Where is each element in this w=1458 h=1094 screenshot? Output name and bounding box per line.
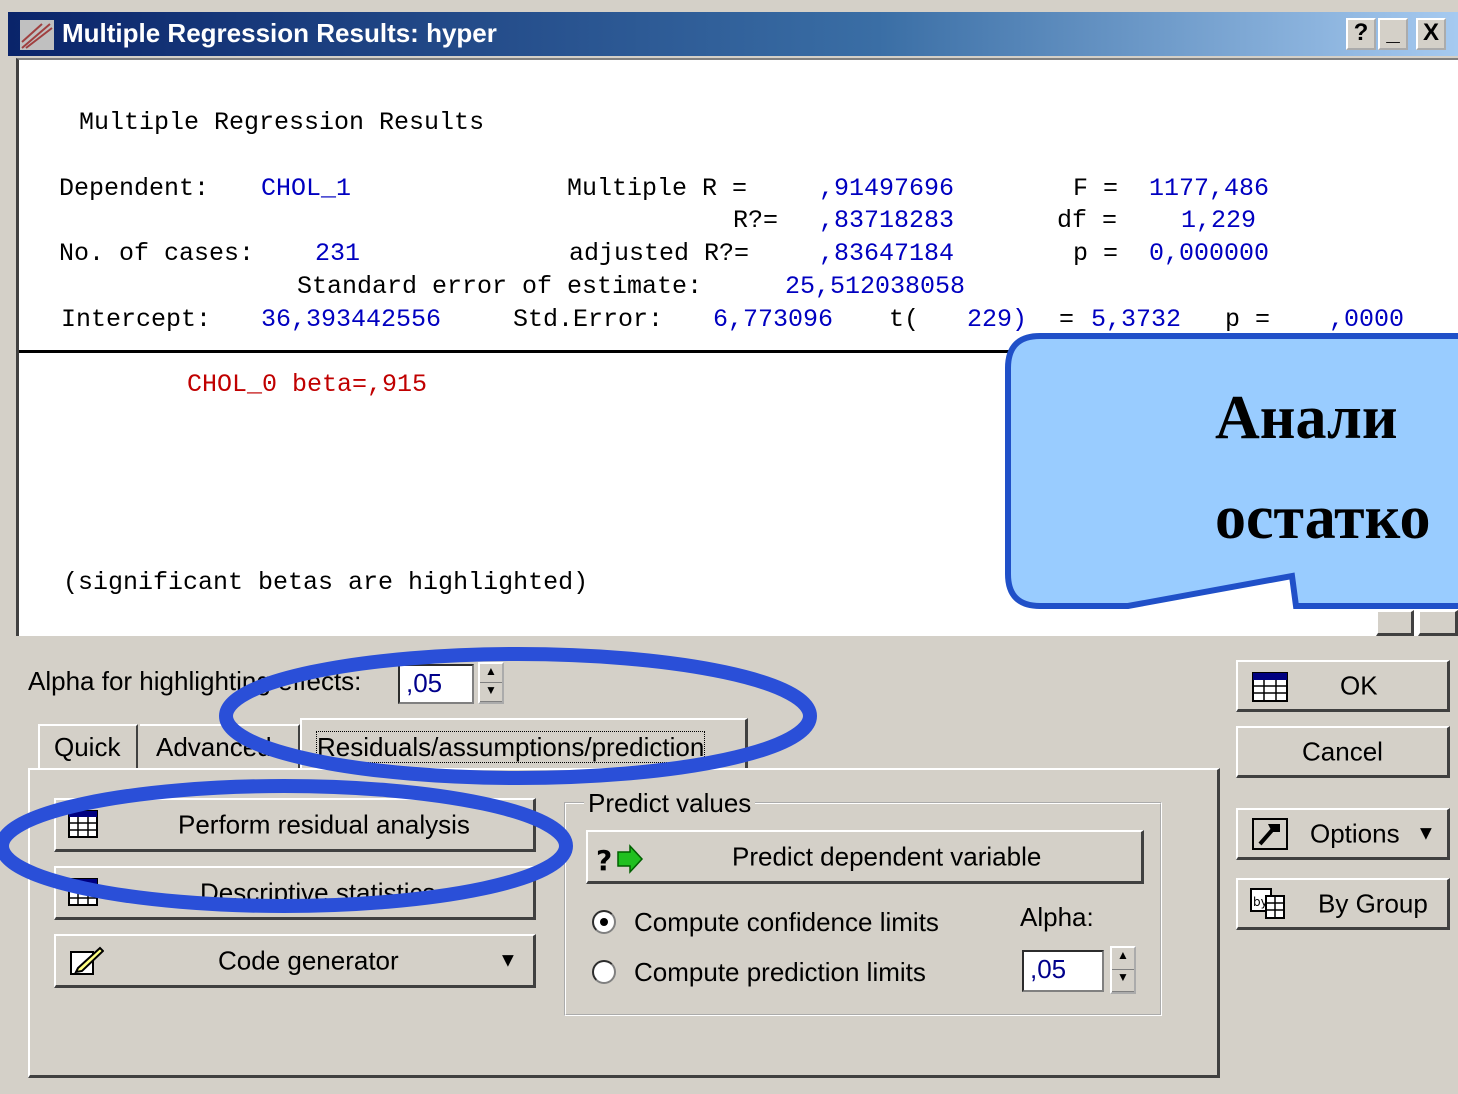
cases-label: No. of cases: [59,239,255,268]
spreadsheet-icon [68,810,98,838]
tab-residuals[interactable]: Residuals/assumptions/prediction [300,718,748,770]
alpha-input[interactable]: ,05 [398,664,474,704]
intercept-value: 36,393442556 [261,305,442,334]
predict-arrow-icon: ? [596,844,644,874]
alpha-prediction-input[interactable]: ,05 [1022,950,1104,992]
tab-quick[interactable]: Quick [38,724,138,768]
help-button[interactable]: ? [1346,18,1376,50]
callout-text: Анали остатко [1215,384,1431,552]
dependent-label: Dependent: [59,174,210,203]
prediction-limits-radio[interactable] [592,960,616,984]
f-label: F = [1073,174,1119,203]
results-heading: Multiple Regression Results [79,108,485,137]
results-footnote: (significant betas are highlighted) [63,568,589,597]
window-title: Multiple Regression Results: hyper [62,18,497,48]
cancel-label: Cancel [1302,736,1383,766]
ok-button[interactable]: OK [1236,660,1450,712]
predict-dependent-button[interactable]: ? Predict dependent variable [586,830,1144,884]
prediction-limits-label: Compute prediction limits [634,957,926,987]
adjusted-r2-value: ,83647184 [819,239,955,268]
df-label: df = [1057,206,1118,235]
title-bar[interactable]: Multiple Regression Results: hyper ? _ X [8,12,1458,56]
tab-advanced[interactable]: Advanced [140,724,300,768]
hammer-icon [1252,818,1288,850]
minimize-button[interactable]: _ [1378,18,1408,50]
t-label: t( [889,305,920,334]
spreadsheet-icon [68,878,98,906]
copy-icon[interactable] [1376,610,1414,636]
by-group-label: By Group [1318,888,1428,918]
cases-value: 231 [315,239,361,268]
t-p-value: ,0000 [1329,305,1405,334]
perform-residual-button[interactable]: Perform residual analysis [54,798,536,852]
r2-value: ,83718283 [819,206,955,235]
chevron-down-icon: ▼ [498,949,518,971]
multiple-r-value: ,91497696 [819,174,955,203]
r2-label: R?= [733,206,779,235]
app-icon [20,20,54,50]
dependent-value: CHOL_1 [261,174,352,203]
confidence-limits-radio[interactable] [592,910,616,934]
ok-label: OK [1340,670,1378,700]
code-generator-button[interactable]: Code generator ▼ [54,934,536,988]
multiple-r-label: Multiple R = [567,174,748,203]
alpha-prediction-label: Alpha: [1020,902,1094,932]
intercept-se-label: Std.Error: [513,305,664,334]
chevron-down-icon: ▼ [1416,822,1436,844]
p-label: p = [1073,239,1119,268]
confidence-limits-label: Compute confidence limits [634,907,939,937]
f-value: 1177,486 [1149,174,1270,203]
predict-values-label: Predict values [584,788,756,819]
options-label: Options [1310,818,1400,848]
by-group-button[interactable]: by By Group [1236,878,1450,930]
alpha-spinner[interactable]: ▲ ▼ [478,662,504,704]
close-button[interactable]: X [1416,18,1446,50]
predict-dependent-label: Predict dependent variable [732,841,1042,871]
svg-text:?: ? [596,844,612,874]
intercept-label: Intercept: [61,305,212,334]
perform-residual-label: Perform residual analysis [178,809,470,839]
std-error-label: Standard error of estimate: [297,272,703,301]
results-divider [19,350,1458,353]
df-value: 1,229 [1181,206,1257,235]
std-error-value: 25,512038058 [785,272,966,301]
expand-icon[interactable] [1418,610,1458,636]
alpha-label: Alpha for highlighting effects: [28,666,362,696]
options-button[interactable]: Options ▼ [1236,808,1450,860]
p-value: 0,000000 [1149,239,1270,268]
spreadsheet-icon [1252,672,1288,702]
regression-results-window: Multiple Regression Results: hyper ? _ X… [0,0,1458,1094]
t-df: 229) [967,305,1028,334]
t-p-label: p = [1225,305,1271,334]
descriptive-statistics-button[interactable]: Descriptive statistics [54,866,536,920]
alpha-prediction-spinner[interactable]: ▲ ▼ [1110,946,1136,994]
descriptive-statistics-label: Descriptive statistics [200,877,436,907]
adjusted-r2-label: adjusted R?= [569,239,750,268]
intercept-se-value: 6,773096 [713,305,834,334]
beta-line: CHOL_0 beta=,915 [187,370,428,399]
by-group-icon: by [1250,888,1285,919]
t-equals: = [1059,305,1075,334]
cancel-button[interactable]: Cancel [1236,726,1450,778]
code-generator-label: Code generator [218,945,399,975]
pencil-icon [70,946,104,975]
tab-residuals-label: Residuals/assumptions/prediction [316,731,706,763]
t-value: 5,3732 [1091,305,1182,334]
